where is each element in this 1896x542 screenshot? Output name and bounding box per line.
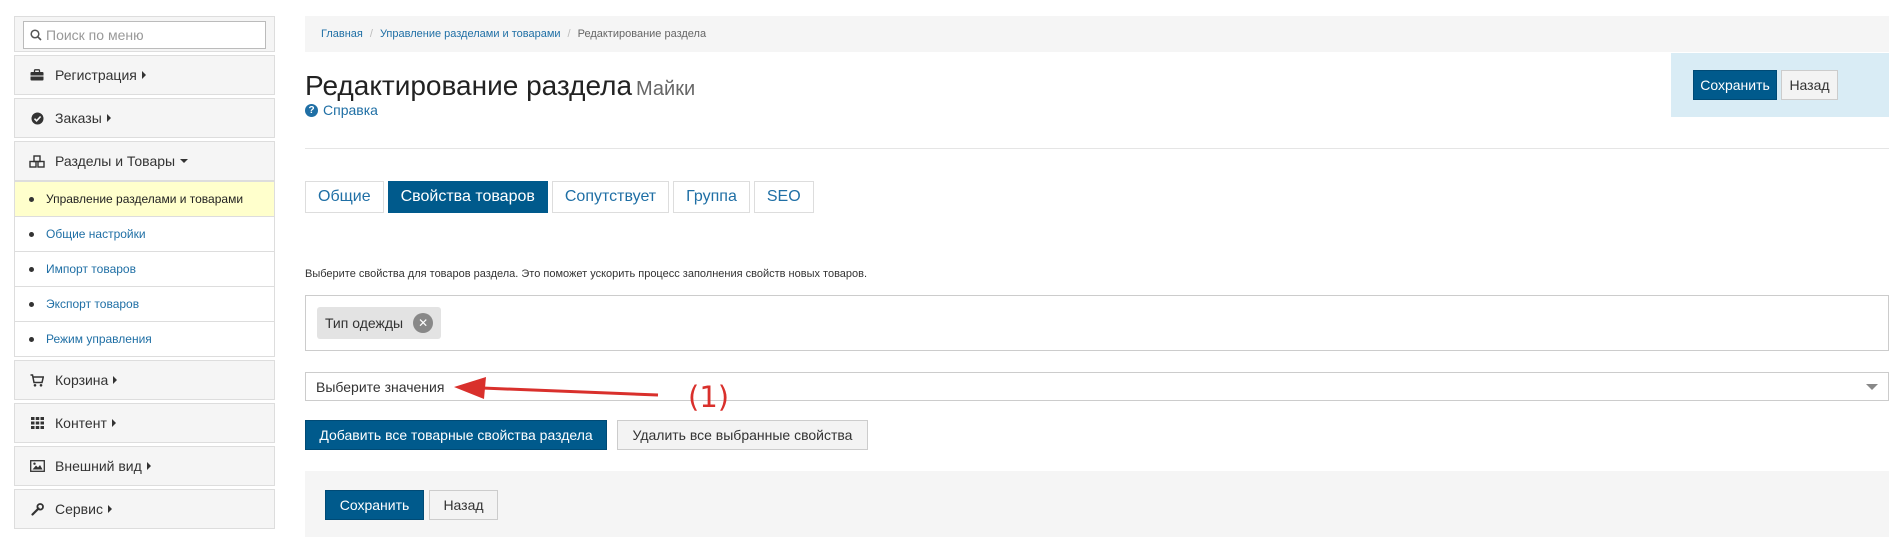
menu-item-label: Контент [55, 415, 107, 431]
menu-item-cart[interactable]: Корзина [14, 360, 275, 400]
breadcrumb: Главная / Управление разделами и товарам… [305, 16, 1889, 52]
tab-seo[interactable]: SEO [753, 181, 814, 213]
menu-item-label: Регистрация [55, 67, 137, 83]
caret-right-icon [113, 376, 118, 384]
check-circle-icon [29, 112, 45, 125]
submenu-item-label: Общие настройки [46, 227, 146, 241]
remove-all-properties-button[interactable]: Удалить все выбранные свойства [617, 420, 868, 450]
question-circle-icon: ? [305, 103, 318, 117]
menu-item-label: Разделы и Товары [55, 153, 176, 169]
tab-product-properties[interactable]: Свойства товаров [387, 181, 548, 213]
breadcrumb-section-link[interactable]: Управление разделами и товарами [380, 28, 561, 40]
breadcrumb-separator: / [369, 28, 373, 40]
property-tag-label: Тип одежды [325, 315, 404, 331]
search-icon [30, 29, 42, 41]
breadcrumb-home-link[interactable]: Главная [321, 28, 363, 40]
remove-tag-icon[interactable]: ✕ [413, 313, 434, 333]
page-title: Редактирование раздела Майки [305, 70, 695, 102]
property-tag: Тип одежды ✕ [317, 307, 442, 339]
add-all-properties-button[interactable]: Добавить все товарные свойства раздела [305, 420, 607, 450]
tab-related[interactable]: Сопутствует [551, 181, 670, 213]
menu-item-registration[interactable]: Регистрация [14, 55, 275, 95]
grid-icon [29, 417, 45, 429]
page-title-text: Редактирование раздела [305, 70, 633, 101]
submenu-item-general-settings[interactable]: Общие настройки [15, 216, 274, 251]
bullet-icon [29, 231, 34, 237]
properties-hint: Выберите свойства для товаров раздела. Э… [305, 268, 868, 280]
cart-icon [29, 373, 45, 387]
breadcrumb-separator: / [567, 28, 571, 40]
save-button-bottom[interactable]: Сохранить [325, 490, 424, 520]
submenu-item-label: Управление разделами и товарами [46, 192, 244, 206]
breadcrumb-current: Редактирование раздела [577, 28, 707, 40]
footer-actions-panel: Сохранить Назад [305, 471, 1889, 537]
back-button-bottom[interactable]: Назад [429, 490, 498, 520]
menu-item-service[interactable]: Сервис [14, 489, 275, 529]
menu-search-input[interactable]: Поиск по меню [23, 21, 266, 49]
menu-item-label: Внешний вид [55, 458, 142, 474]
submenu-item-export[interactable]: Экспорт товаров [15, 286, 274, 321]
menu-item-sections-products[interactable]: Разделы и Товары [14, 141, 275, 181]
caret-right-icon [111, 419, 116, 427]
caret-right-icon [141, 71, 146, 79]
top-actions-panel: Сохранить Назад [1671, 53, 1889, 117]
image-icon [29, 460, 45, 472]
caret-down-icon [180, 159, 189, 163]
caret-right-icon [106, 114, 111, 122]
select-placeholder: Выберите значения [316, 378, 445, 395]
menu-item-label: Заказы [55, 110, 102, 126]
help-link-label: Справка [323, 102, 378, 118]
menu-item-content[interactable]: Контент [14, 403, 275, 443]
divider [305, 148, 1889, 149]
annotation-arrow [454, 377, 659, 399]
submenu-item-label: Импорт товаров [46, 262, 136, 276]
menu-item-appearance[interactable]: Внешний вид [14, 446, 275, 486]
selected-properties-box[interactable]: Тип одежды ✕ [305, 295, 1889, 351]
properties-actions: Добавить все товарные свойства раздела У… [305, 420, 868, 450]
submenu-item-manage-sections[interactable]: Управление разделами и товарами [15, 181, 274, 216]
save-button-top[interactable]: Сохранить [1693, 70, 1777, 100]
annotation-label: (1) [688, 380, 730, 414]
bullet-icon [29, 301, 34, 307]
bullet-icon [29, 266, 34, 272]
briefcase-icon [29, 69, 45, 81]
tab-group[interactable]: Группа [673, 181, 750, 213]
wrench-icon [29, 502, 45, 516]
cubes-icon [29, 154, 45, 168]
submenu-item-label: Экспорт товаров [46, 297, 140, 311]
bullet-icon [29, 196, 34, 202]
page-subtitle: Майки [636, 78, 696, 100]
back-button-top[interactable]: Назад [1781, 70, 1838, 100]
caret-right-icon [146, 462, 151, 470]
chevron-down-icon [1866, 384, 1878, 390]
tab-general[interactable]: Общие [305, 181, 384, 213]
menu-search-box: Поиск по меню [14, 16, 275, 52]
menu-search-placeholder: Поиск по меню [46, 27, 144, 43]
caret-right-icon [107, 505, 112, 513]
submenu-item-label: Режим управления [46, 332, 152, 346]
tabs: Общие Свойства товаров Сопутствует Групп… [305, 181, 818, 213]
submenu-item-import[interactable]: Импорт товаров [15, 251, 274, 286]
submenu-item-control-mode[interactable]: Режим управления [15, 321, 274, 356]
help-link[interactable]: ? Справка [305, 102, 378, 118]
submenu-sections-products: Управление разделами и товарами Общие на… [14, 181, 275, 357]
sidebar: Поиск по меню Регистрация Заказы Разделы… [14, 16, 275, 529]
bullet-icon [29, 336, 34, 342]
menu-item-label: Корзина [55, 372, 109, 388]
menu-item-label: Сервис [55, 501, 103, 517]
menu-item-orders[interactable]: Заказы [14, 98, 275, 138]
